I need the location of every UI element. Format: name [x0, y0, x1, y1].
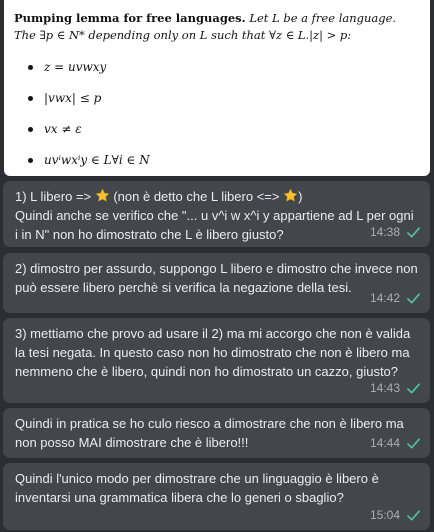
- message-time: 15:04: [369, 508, 400, 522]
- message-time: 14:44: [369, 436, 400, 450]
- lemma-condition: z = uvwxy: [14, 52, 418, 83]
- chat-view: Pumping lemma for free languages. Let L …: [0, 0, 434, 532]
- read-check-icon: [407, 293, 420, 304]
- message-meta: 15:04: [370, 506, 420, 525]
- message-text: 1) L libero => (non è detto che L libero…: [15, 187, 418, 244]
- lemma-condition: uvⁱwxⁱy ∈ L∀i ∈ N: [14, 145, 418, 176]
- read-check-icon: [407, 383, 420, 394]
- read-check-icon: [407, 227, 420, 238]
- message-meta: 14:42: [370, 289, 420, 308]
- lemma-header: Pumping lemma for free languages. Let L …: [14, 10, 418, 44]
- message-meta: 14:44: [370, 434, 420, 453]
- lemma-condition: |vwx| ≤ p: [14, 83, 418, 114]
- read-check-icon: [407, 510, 420, 521]
- message-time: 14:38: [369, 225, 400, 239]
- message-meta: 14:43: [370, 379, 420, 398]
- message-text: Quindi l'unico modo per dimostrare che u…: [15, 471, 383, 505]
- message-text: 3) mettiamo che provo ad usare il 2) ma …: [15, 326, 414, 379]
- lemma-condition: vx ≠ ε: [14, 114, 418, 145]
- message-text: Quindi in pratica se ho culo riesco a di…: [15, 416, 408, 450]
- message-bubble[interactable]: 1) L libero => (non è detto che L libero…: [3, 181, 430, 247]
- star-emoji-icon: [283, 188, 298, 202]
- star-emoji-icon: [95, 188, 110, 202]
- message-text-part: 1) L libero =>: [15, 189, 95, 204]
- message-time: 14:43: [369, 381, 400, 395]
- message-text-part: (non è detto che L libero <=>: [109, 189, 284, 204]
- message-text: 2) dimostro per assurdo, suppongo L libe…: [15, 261, 422, 295]
- lemma-image-message[interactable]: Pumping lemma for free languages. Let L …: [4, 0, 430, 176]
- read-check-icon: [407, 438, 420, 449]
- message-bubble[interactable]: 3) mettiamo che provo ad usare il 2) ma …: [3, 318, 430, 403]
- lemma-conditions-list: z = uvwxy |vwx| ≤ p vx ≠ ε uvⁱwxⁱy ∈ L∀i…: [14, 52, 418, 176]
- message-bubble[interactable]: 2) dimostro per assurdo, suppongo L libe…: [3, 253, 430, 313]
- lemma-title: Pumping lemma for free languages.: [14, 11, 246, 25]
- message-bubble[interactable]: Quindi l'unico modo per dimostrare che u…: [3, 463, 430, 530]
- message-time: 14:42: [369, 291, 400, 305]
- message-bubble[interactable]: Quindi in pratica se ho culo riesco a di…: [3, 408, 430, 458]
- message-meta: 14:38: [370, 223, 420, 242]
